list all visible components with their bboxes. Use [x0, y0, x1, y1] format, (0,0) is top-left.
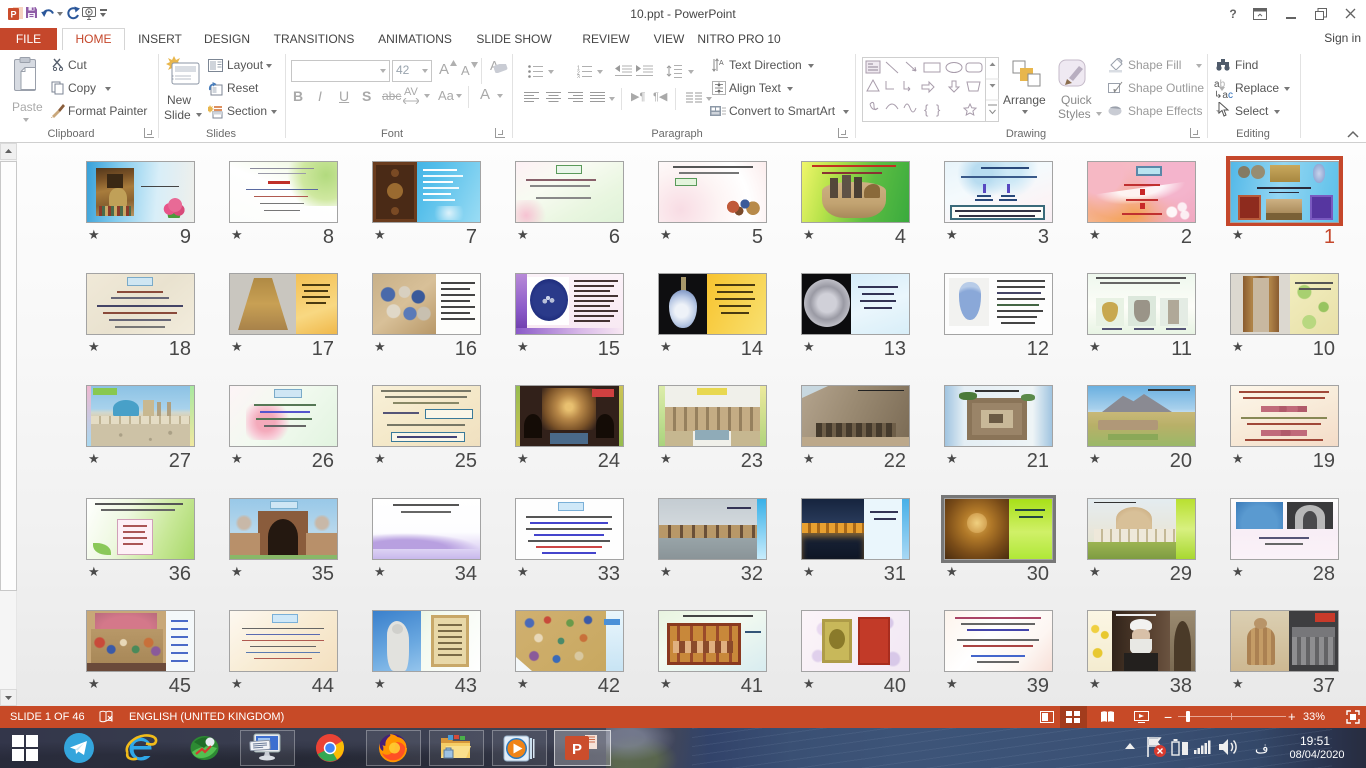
svg-text:A: A	[719, 60, 724, 67]
svg-text:3: 3	[577, 75, 580, 79]
svg-text:P: P	[572, 741, 582, 758]
svg-text:}: }	[936, 102, 941, 117]
svg-text:{: {	[924, 102, 929, 117]
